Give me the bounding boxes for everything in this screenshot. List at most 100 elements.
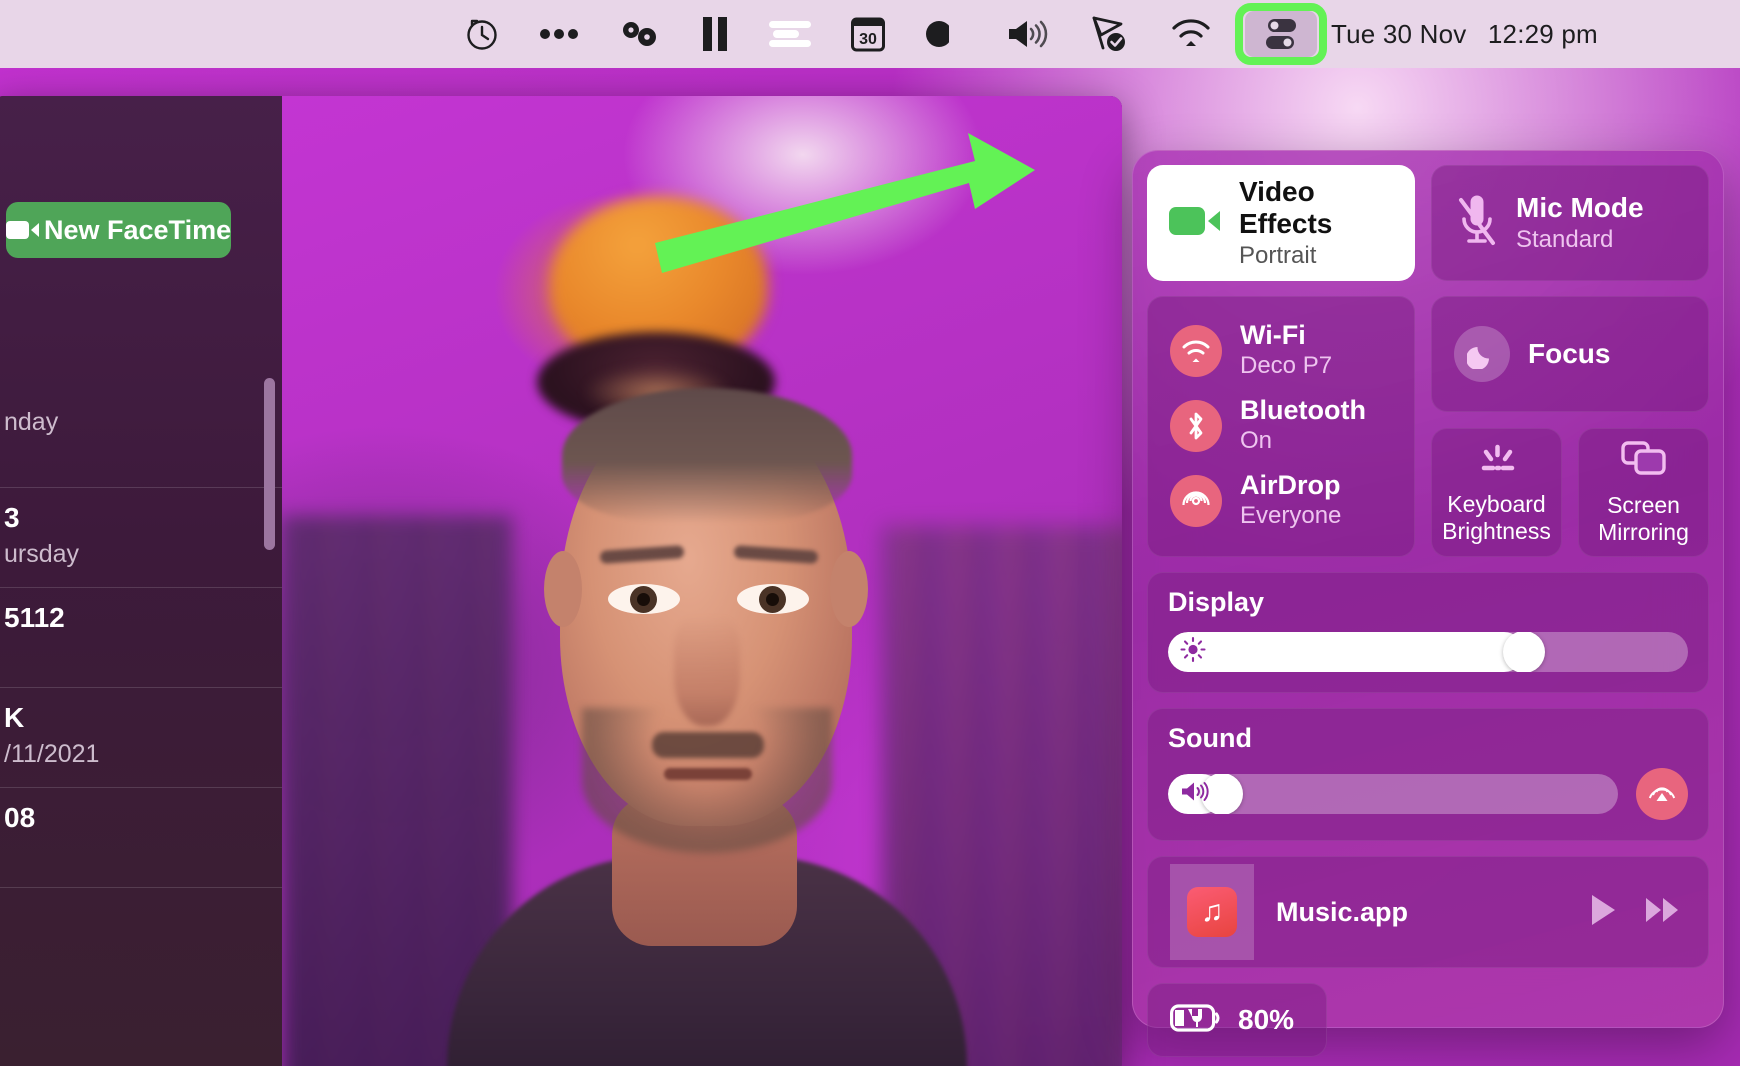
- new-facetime-button[interactable]: New FaceTime: [6, 202, 231, 258]
- svg-text:30: 30: [859, 31, 877, 48]
- video-effects-title: Video Effects: [1239, 176, 1415, 239]
- sound-volume-slider[interactable]: [1168, 774, 1618, 814]
- screen: New FaceTime nday 3 ursday 5112: [0, 0, 1740, 1066]
- sound-card: Sound: [1147, 708, 1709, 841]
- menubar-clock[interactable]: Tue 30 Nov 12:29 pm: [1331, 19, 1622, 50]
- play-icon[interactable]: [1588, 893, 1618, 932]
- display-slider-knob[interactable]: [1503, 632, 1545, 672]
- keyboard-layout-icon[interactable]: [749, 0, 831, 68]
- keyboard-brightness-label: Keyboard Brightness: [1438, 491, 1555, 545]
- volume-icon[interactable]: [987, 0, 1069, 68]
- time-machine-icon[interactable]: [445, 0, 519, 68]
- display-card: Display: [1147, 572, 1709, 693]
- dropbox-icon[interactable]: [599, 0, 681, 68]
- facetime-video-preview: [282, 96, 1122, 1066]
- video-camera-icon: [6, 218, 40, 242]
- album-artwork: ♫: [1170, 864, 1254, 960]
- control-center-icon: [1245, 11, 1317, 57]
- control-center-second-row: Wi-Fi Deco P7 Bluetooth On: [1147, 296, 1709, 557]
- desktop: New FaceTime nday 3 ursday 5112: [0, 68, 1740, 1066]
- sound-slider-row: [1168, 768, 1688, 820]
- airplay-audio-icon[interactable]: [1636, 768, 1688, 820]
- person-mouth: [664, 768, 752, 780]
- fast-forward-icon[interactable]: [1644, 895, 1682, 930]
- person-nose: [674, 616, 740, 726]
- video-effects-tile[interactable]: Video Effects Portrait: [1147, 165, 1415, 281]
- screen-mirroring-tile[interactable]: Screen Mirroring: [1578, 428, 1709, 557]
- wifi-icon[interactable]: [1151, 0, 1231, 68]
- wifi-icon: [1170, 325, 1222, 377]
- brightness-sun-icon: [1180, 637, 1206, 668]
- calendar-30-icon[interactable]: 30: [831, 0, 905, 68]
- facetime-sidebar: New FaceTime nday 3 ursday 5112: [0, 96, 322, 1066]
- connectivity-tile: Wi-Fi Deco P7 Bluetooth On: [1147, 296, 1415, 557]
- menubar-date: Tue 30 Nov: [1331, 19, 1466, 49]
- bluetooth-row[interactable]: Bluetooth On: [1148, 388, 1414, 463]
- bluetooth-value: On: [1240, 427, 1366, 455]
- dark-mode-icon[interactable]: [905, 0, 987, 68]
- battery-charging-icon: [1170, 1003, 1222, 1038]
- facetime-window: New FaceTime nday 3 ursday 5112: [0, 96, 1122, 1066]
- menubar-time: 12:29 pm: [1488, 19, 1598, 49]
- focus-label: Focus: [1528, 338, 1610, 370]
- person-ear-right: [830, 551, 868, 627]
- screen-mirroring-label: Screen Mirroring: [1585, 492, 1702, 546]
- airdrop-row[interactable]: AirDrop Everyone: [1148, 463, 1414, 538]
- control-center-panel: Video Effects Portrait: [1132, 150, 1724, 1028]
- sidebar-scrollbar[interactable]: [264, 378, 275, 550]
- display-slider-row: [1168, 632, 1688, 672]
- check-flag-icon[interactable]: [1069, 0, 1151, 68]
- control-center-menubar-button[interactable]: [1235, 3, 1327, 65]
- bluetooth-label: Bluetooth: [1240, 396, 1366, 425]
- control-center-square-tiles: Keyboard Brightness Screen Mirroring: [1431, 428, 1709, 557]
- focus-tile[interactable]: Focus: [1431, 296, 1709, 412]
- video-camera-icon: [1169, 203, 1221, 244]
- person-portrait: [282, 96, 1122, 1066]
- mic-slash-icon: [1454, 195, 1500, 252]
- call-subtitle: nday: [4, 408, 296, 437]
- now-playing-controls: [1588, 893, 1686, 932]
- mic-mode-title: Mic Mode: [1516, 192, 1644, 223]
- list-item[interactable]: 5112: [0, 588, 322, 688]
- call-subtitle: ursday: [4, 540, 296, 569]
- mic-mode-value: Standard: [1516, 226, 1644, 254]
- person-eye-right: [737, 584, 809, 614]
- list-item[interactable]: 08: [0, 788, 322, 888]
- video-effects-value: Portrait: [1239, 242, 1415, 270]
- battery-percent: 80%: [1238, 1004, 1294, 1036]
- person-moustache: [652, 732, 764, 758]
- moon-icon: [1454, 326, 1510, 382]
- mic-mode-tile[interactable]: Mic Mode Standard: [1431, 165, 1709, 281]
- call-title: K: [4, 702, 296, 734]
- list-item[interactable]: K /11/2021: [0, 688, 322, 788]
- display-slider-fill: [1168, 632, 1524, 672]
- now-playing-app-name: Music.app: [1276, 897, 1566, 928]
- screen-mirroring-icon: [1620, 439, 1668, 482]
- speaker-icon: [1180, 780, 1210, 809]
- airdrop-value: Everyone: [1240, 502, 1341, 530]
- airdrop-label: AirDrop: [1240, 471, 1341, 500]
- pause-icon[interactable]: [681, 0, 749, 68]
- control-center-right-column: Focus: [1431, 296, 1709, 557]
- call-subtitle: /11/2021: [4, 740, 296, 769]
- ellipsis-icon[interactable]: [519, 0, 599, 68]
- call-title: 08: [4, 802, 296, 834]
- keyboard-brightness-icon: [1469, 440, 1525, 481]
- person-ear-left: [544, 551, 582, 627]
- keyboard-brightness-tile[interactable]: Keyboard Brightness: [1431, 428, 1562, 557]
- call-title: 5112: [4, 602, 296, 634]
- bluetooth-icon: [1170, 400, 1222, 452]
- battery-tile[interactable]: 80%: [1147, 983, 1327, 1057]
- wifi-value: Deco P7: [1240, 352, 1332, 380]
- wifi-label: Wi-Fi: [1240, 321, 1332, 350]
- display-brightness-slider[interactable]: [1168, 632, 1688, 672]
- wifi-row[interactable]: Wi-Fi Deco P7: [1148, 313, 1414, 388]
- menu-bar: 30 Tue 30 Nov 12:2: [0, 0, 1740, 68]
- airdrop-icon: [1170, 475, 1222, 527]
- person-eye-left: [608, 584, 680, 614]
- person-hair: [562, 388, 852, 523]
- display-title: Display: [1168, 587, 1688, 618]
- new-facetime-label: New FaceTime: [44, 215, 231, 246]
- music-note-icon: ♫: [1187, 887, 1237, 937]
- sound-title: Sound: [1168, 723, 1688, 754]
